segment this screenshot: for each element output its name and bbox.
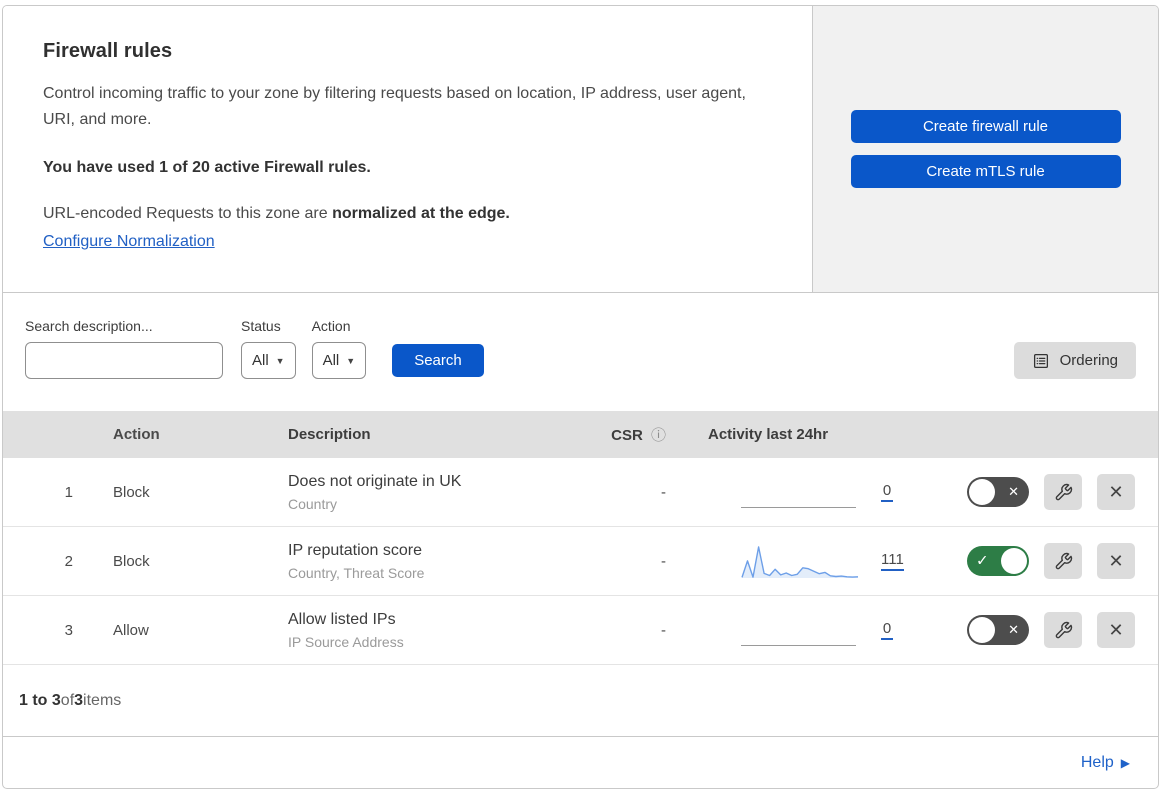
column-header-description: Description — [288, 426, 371, 443]
arrow-right-icon: ▶ — [1120, 755, 1130, 770]
column-header-csr: CSR ⓘ — [611, 427, 666, 444]
close-icon: ✕ — [1108, 550, 1124, 571]
rule-action: Block — [113, 483, 150, 501]
ordering-button[interactable]: Ordering — [1013, 342, 1136, 379]
rule-description: Does not originate in UK — [288, 473, 462, 491]
delete-rule-button[interactable]: ✕ — [1097, 543, 1135, 579]
header-section: Firewall rules Control incoming traffic … — [3, 6, 1158, 293]
status-dropdown[interactable]: All ▼ — [241, 342, 296, 379]
toggle-on-check-icon: ✓ — [976, 552, 989, 570]
ordering-button-label: Ordering — [1059, 352, 1118, 369]
rule-description: IP reputation score — [288, 542, 423, 560]
page-title: Firewall rules — [43, 40, 173, 62]
rule-action: Allow — [113, 621, 149, 639]
edit-rule-button[interactable] — [1044, 543, 1082, 579]
table-row: 3 Allow Allow listed IPs IP Source Addre… — [3, 596, 1158, 665]
activity-count-link[interactable]: 0 — [881, 620, 893, 640]
action-dropdown-value: All — [322, 352, 340, 369]
close-icon: ✕ — [1108, 619, 1124, 640]
help-strip: Help ▶ — [3, 737, 1158, 788]
create-firewall-rule-button[interactable]: Create firewall rule — [850, 110, 1121, 143]
rule-priority: 1 — [64, 483, 73, 501]
normalization-line: URL-encoded Requests to this zone are no… — [43, 204, 510, 222]
rule-csr: - — [661, 552, 666, 570]
rule-controls: ✕ ✕ — [948, 474, 1158, 510]
activity-sparkline-flat — [741, 610, 859, 650]
rule-controls: ✓ ✕ — [948, 543, 1158, 579]
rule-description-cell: Does not originate in UK Country — [268, 472, 563, 512]
help-link-label: Help — [1080, 753, 1114, 771]
rule-fields: IP Source Address — [288, 633, 404, 650]
search-input[interactable] — [44, 352, 243, 369]
search-button[interactable]: Search — [392, 344, 484, 377]
rule-activity-cell: 0 — [683, 610, 948, 650]
search-label: Search description... — [25, 318, 153, 334]
wrench-icon — [1055, 621, 1072, 638]
rule-enabled-toggle[interactable]: ✕ — [967, 615, 1029, 645]
create-mtls-rule-button[interactable]: Create mTLS rule — [850, 155, 1121, 188]
status-dropdown-value: All — [252, 352, 269, 369]
table-row: 2 Block IP reputation score Country, Thr… — [3, 527, 1158, 596]
delete-rule-button[interactable]: ✕ — [1097, 612, 1135, 648]
activity-count-link[interactable]: 111 — [881, 551, 904, 571]
configure-normalization-link[interactable]: Configure Normalization — [43, 233, 215, 250]
firewall-rules-card: Firewall rules Control incoming traffic … — [2, 5, 1159, 789]
action-label: Action — [311, 318, 351, 334]
rule-csr: - — [661, 621, 666, 639]
pagination-range: 1 to 3 — [19, 691, 61, 709]
rule-priority: 3 — [64, 621, 73, 639]
edit-rule-button[interactable] — [1044, 474, 1082, 510]
header-actions-panel: Create firewall rule Create mTLS rule — [813, 6, 1158, 292]
ordering-list-icon — [1033, 353, 1048, 368]
chevron-down-icon: ▼ — [275, 355, 285, 366]
rule-enabled-toggle[interactable]: ✕ — [967, 477, 1029, 507]
header-text-area: Firewall rules Control incoming traffic … — [3, 6, 813, 292]
edit-rule-button[interactable] — [1044, 612, 1082, 648]
rule-enabled-toggle[interactable]: ✓ — [967, 546, 1029, 576]
rule-controls: ✕ ✕ — [948, 612, 1158, 648]
chevron-down-icon: ▼ — [346, 355, 356, 366]
info-icon[interactable]: ⓘ — [651, 427, 666, 444]
rule-description: Allow listed IPs — [288, 611, 396, 629]
column-header-action: Action — [113, 426, 160, 443]
wrench-icon — [1055, 552, 1072, 569]
page-description: Control incoming traffic to your zone by… — [43, 85, 746, 128]
filter-bar: Search description... Status All ▼ Actio… — [3, 293, 1158, 411]
status-label: Status — [241, 318, 281, 334]
action-dropdown[interactable]: All ▼ — [311, 342, 367, 379]
rule-priority: 2 — [64, 552, 73, 570]
help-link[interactable]: Help ▶ — [1081, 754, 1130, 772]
table-row: 1 Block Does not originate in UK Country… — [3, 458, 1158, 527]
rule-activity-cell: 111 — [683, 541, 948, 581]
column-header-activity: Activity last 24hr — [708, 426, 829, 443]
normalization-bold: normalized at the edge. — [332, 204, 510, 222]
rule-action: Block — [113, 552, 150, 570]
delete-rule-button[interactable]: ✕ — [1097, 474, 1135, 510]
pagination-summary: 1 to 3 of 3 items — [3, 665, 1158, 737]
rule-description-cell: IP reputation score Country, Threat Scor… — [268, 541, 563, 581]
rule-fields: Country — [288, 495, 338, 512]
rule-csr: - — [661, 483, 666, 501]
pagination-total: 3 — [74, 691, 84, 709]
toggle-off-x-icon: ✕ — [1008, 484, 1019, 499]
rule-fields: Country, Threat Score — [288, 564, 425, 581]
activity-sparkline-flat — [741, 472, 859, 512]
rule-activity-cell: 0 — [683, 472, 948, 512]
toggle-off-x-icon: ✕ — [1008, 622, 1019, 637]
usage-summary: You have used 1 of 20 active Firewall ru… — [43, 158, 371, 176]
activity-count-link[interactable]: 0 — [881, 482, 893, 502]
activity-sparkline — [741, 541, 859, 581]
rule-description-cell: Allow listed IPs IP Source Address — [268, 610, 563, 650]
close-icon: ✕ — [1108, 481, 1124, 502]
table-header: Action Description CSR ⓘ Activity last 2… — [3, 411, 1158, 458]
wrench-icon — [1055, 483, 1072, 500]
search-input-wrapper — [25, 342, 243, 379]
